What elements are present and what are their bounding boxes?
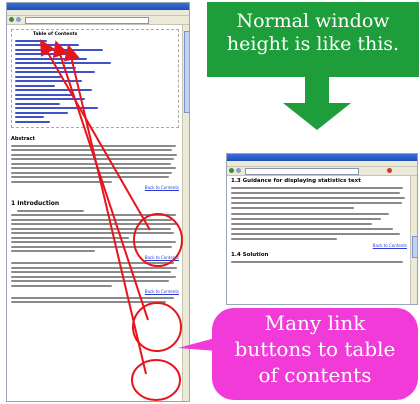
highlight-circle xyxy=(133,213,183,267)
link-arrow xyxy=(64,44,147,375)
link-arrow xyxy=(40,39,151,231)
annotation-overlay xyxy=(40,39,351,401)
highlight-circle xyxy=(132,302,182,352)
highlight-circle xyxy=(131,359,181,401)
link-arrow xyxy=(52,40,149,321)
callout-pointer xyxy=(178,320,238,352)
down-arrow-head xyxy=(283,103,351,130)
